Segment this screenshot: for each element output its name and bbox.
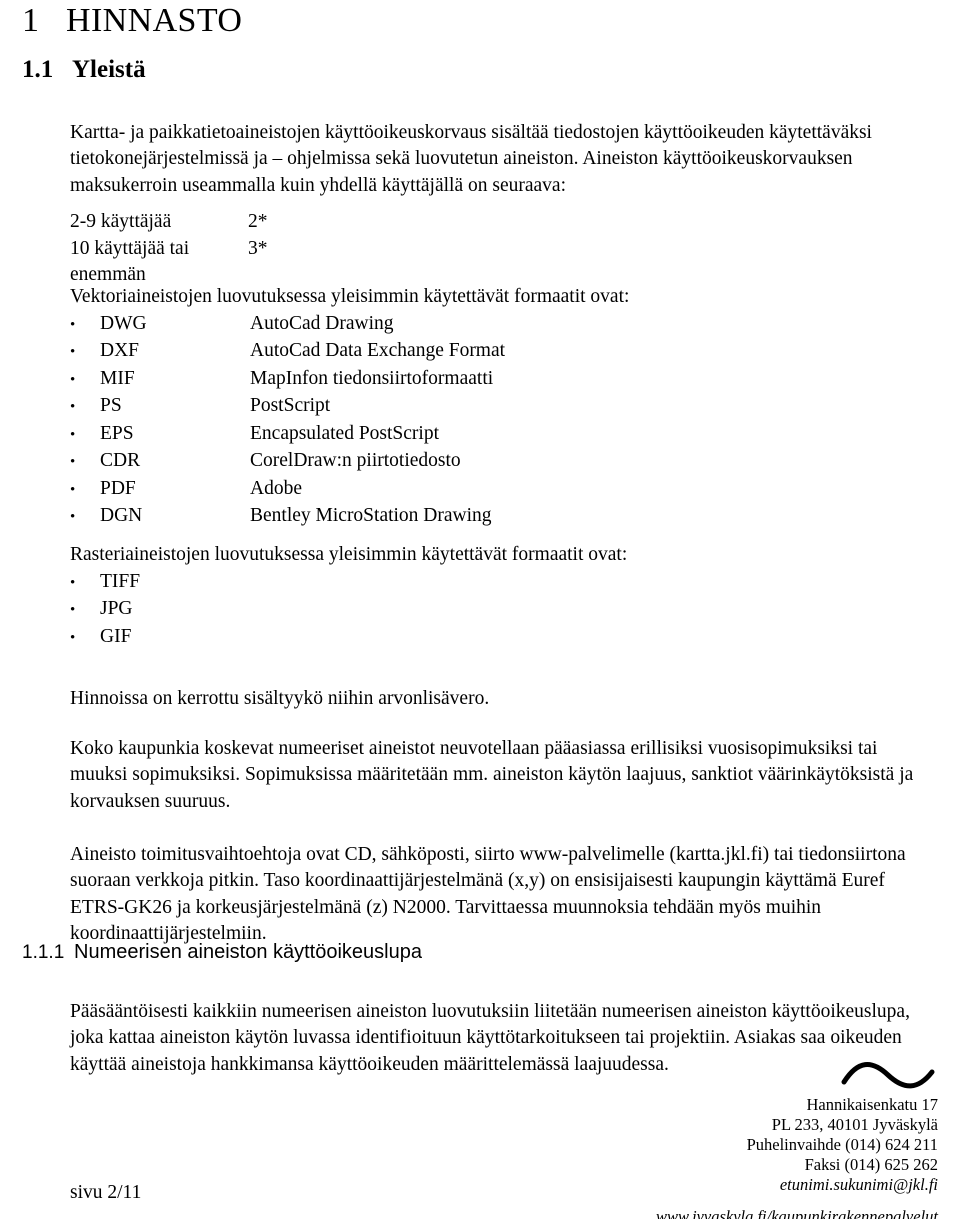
delivery-paragraph: Aineisto toimitusvaihtoehtoja ovat CD, s… — [70, 843, 906, 945]
section-heading: 1.1 Yleistä — [22, 56, 146, 84]
bullet-icon: • — [70, 344, 76, 360]
format-description: CorelDraw:n piirtotiedosto — [250, 450, 461, 471]
format-description: Bentley MicroStation Drawing — [250, 505, 492, 526]
wave-logo-icon — [841, 1062, 935, 1089]
intro-paragraph: Kartta- ja paikkatietoaineistojen käyttö… — [70, 121, 872, 196]
footer-fax: Faksi (014) 625 262 — [804, 1155, 938, 1174]
footer-website: www.jyvaskyla.fi/kaupunkirakennepalvelut — [656, 1207, 938, 1219]
contracts-paragraph: Koko kaupunkia koskevat numeeriset ainei… — [70, 737, 914, 812]
bullet-icon: • — [70, 371, 76, 388]
format-description: AutoCad Data Exchange Format — [250, 340, 506, 361]
rate-value: 3* — [248, 237, 268, 259]
document-page: 1 HINNASTO 1.1 Yleistä Kartta- ja paikkati… — [0, 0, 960, 1219]
list-item: • DGN Bentley MicroStation Drawing — [70, 503, 629, 531]
bullet-icon: • — [70, 481, 76, 498]
format-code: TIFF — [100, 570, 141, 592]
format-code: DGN — [100, 505, 143, 526]
chapter-heading: 1 HINNASTO — [22, 2, 242, 40]
vector-formats-intro: Vektoriaineistojen luovutuksessa yleisim… — [70, 286, 630, 307]
list-item: • PDF Adobe — [70, 476, 629, 504]
format-description: MapInfon tiedonsiirtoformaatti — [250, 367, 494, 389]
list-item: • DXF AutoCad Data Exchange Format — [70, 338, 629, 366]
section-title: Yleistä — [72, 56, 146, 83]
raster-formats-intro: Rasteriaineistojen luovutuksessa yleisim… — [70, 544, 628, 565]
table-row: 2-9 käyttäjää 2* — [70, 209, 308, 236]
vat-note-paragraph: Hinnoissa on kerrottu sisältyykö niihin … — [70, 687, 490, 709]
list-item: • PS PostScript — [70, 393, 629, 421]
footer-email: etunimi.sukunimi@jkl.fi — [779, 1175, 938, 1194]
list-item: • MIF MapInfon tiedonsiirtoformaatti — [70, 366, 629, 394]
format-code: PDF — [100, 477, 136, 499]
bullet-icon: • — [70, 426, 76, 443]
format-code: EPS — [100, 422, 134, 444]
page-number: sivu 2/11 — [70, 1182, 142, 1203]
bullet-icon: • — [70, 509, 76, 525]
list-item: • DWG AutoCad Drawing — [70, 311, 629, 339]
section-number: 1.1 — [22, 56, 54, 83]
vector-formats-block: Vektoriaineistojen luovutuksessa yleisim… — [70, 284, 629, 531]
format-code: JPG — [100, 598, 133, 619]
footer-postal: PL 233, 40101 Jyväskylä — [771, 1115, 938, 1134]
format-description: AutoCad Drawing — [250, 312, 394, 334]
raster-formats-block: Rasteriaineistojen luovutuksessa yleisim… — [70, 542, 627, 651]
bullet-icon: • — [70, 399, 76, 415]
subsection-title: Numeerisen aineiston käyttöoikeuslupa — [74, 941, 422, 963]
chapter-title: HINNASTO — [66, 2, 243, 39]
vector-formats-list: • DWG AutoCad Drawing • DXF AutoCad Data… — [70, 311, 629, 531]
bullet-icon: • — [70, 574, 76, 591]
format-description: Encapsulated PostScript — [250, 422, 440, 444]
list-item: • EPS Encapsulated PostScript — [70, 421, 629, 449]
format-description: Adobe — [250, 477, 302, 499]
rate-value: 2* — [248, 211, 268, 232]
subsection-number: 1.1.1 — [22, 942, 65, 963]
footer-street: Hannikaisenkatu 17 — [806, 1095, 938, 1114]
list-item: • JPG — [70, 596, 627, 624]
bullet-icon: • — [70, 316, 76, 333]
rate-label: 10 käyttäjää tai enemmän — [70, 237, 190, 286]
list-item: • GIF — [70, 624, 627, 652]
footer-contact-block: Hannikaisenkatu 17 PL 233, 40101 Jyväsky… — [656, 1095, 938, 1219]
chapter-number: 1 — [22, 2, 40, 39]
format-code: DWG — [100, 312, 147, 334]
list-item: • CDR CorelDraw:n piirtotiedosto — [70, 448, 629, 476]
bullet-icon: • — [70, 629, 76, 646]
format-description: PostScript — [250, 395, 331, 416]
format-code: GIF — [100, 625, 132, 647]
format-code: MIF — [100, 367, 135, 389]
rate-label: 2-9 käyttäjää — [70, 211, 172, 232]
license-paragraph: Pääsääntöisesti kaikkiin numeerisen aine… — [70, 1000, 910, 1075]
format-code: PS — [100, 395, 122, 416]
subsection-heading: 1.1.1 Numeerisen aineiston käyttöoikeuslu… — [22, 941, 422, 964]
raster-formats-list: • TIFF • JPG • GIF — [70, 569, 627, 652]
format-code: DXF — [100, 340, 140, 361]
bullet-icon: • — [70, 602, 76, 618]
bullet-icon: • — [70, 454, 76, 470]
footer-phone: Puhelinvaihde (014) 624 211 — [746, 1135, 938, 1154]
list-item: • TIFF — [70, 569, 627, 597]
table-row: 10 käyttäjää tai enemmän 3* — [70, 236, 308, 289]
rate-multiplier-table: 2-9 käyttäjää 2* 10 käyttäjää tai enemmä… — [70, 209, 308, 289]
format-code: CDR — [100, 450, 141, 471]
